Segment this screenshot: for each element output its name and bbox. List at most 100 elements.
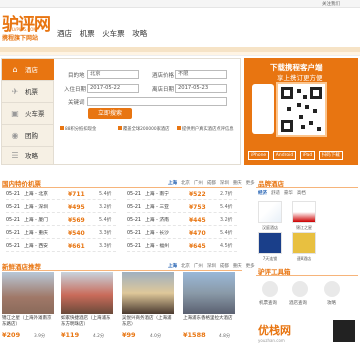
brand-logo[interactable] <box>292 201 316 223</box>
brand-tab[interactable]: 经济 <box>258 191 267 196</box>
top-bar: 关注我们 <box>0 0 360 8</box>
promo-points-text: 88积分抵扣现金 <box>65 127 97 132</box>
flight-price: ¥753 <box>189 204 206 211</box>
tab-hotel[interactable]: ⌂ 酒店 <box>2 59 54 81</box>
flight-row[interactable]: 05-21 上海 - 济南 ¥445 3.2折 <box>127 216 237 226</box>
flight-city-tab[interactable]: 重庆 <box>233 181 242 186</box>
flight-route: 上海 - 厦门 <box>24 218 48 223</box>
flight-date: 05-21 <box>6 192 20 197</box>
flight-city-tabs: 上海 北京 广州 成都 深圳 重庆 更多 <box>168 180 257 186</box>
flight-price: ¥522 <box>189 191 206 198</box>
hotel-price: ¥99 <box>122 331 136 339</box>
flight-price: ¥661 <box>68 243 85 250</box>
tab-train[interactable]: ▣ 火车票 <box>2 103 54 125</box>
search-button[interactable]: 立即搜索 <box>88 108 132 119</box>
nav-guide[interactable]: 攻略 <box>132 29 147 38</box>
nav-flight[interactable]: 机票 <box>80 29 95 38</box>
follow-us-link[interactable]: 关注我们 <box>322 1 340 7</box>
hotel-city-tab[interactable]: 广州 <box>194 264 203 269</box>
youzhan-logo[interactable]: 优栈网 <box>258 322 291 338</box>
flight-row[interactable]: 05-21 上海 - 长沙 ¥470 5.4折 <box>127 229 237 239</box>
nav-subbar <box>0 52 360 56</box>
brand-logo[interactable] <box>258 232 282 254</box>
logo-url: LVPING.COM <box>12 27 37 32</box>
qr-code-icon <box>276 82 327 137</box>
brand-tab[interactable]: 舒适 <box>271 191 280 196</box>
flight-row[interactable]: 05-21 上海 - 福州 ¥645 4.5折 <box>127 242 237 252</box>
checkin-input[interactable]: 2017-05-22 <box>87 84 139 93</box>
ipad-button[interactable]: iPad <box>299 151 316 160</box>
flight-more-link[interactable]: 更多 <box>246 181 255 186</box>
hotel-more-link[interactable]: 更多 <box>246 264 255 269</box>
tab-flight[interactable]: ✈ 机票 <box>2 81 54 103</box>
hotel-photo[interactable] <box>61 272 113 314</box>
tab-train-label: 火车票 <box>25 110 45 118</box>
flight-date: 05-21 <box>6 218 20 223</box>
hotel-city-tab[interactable]: 北京 <box>181 264 190 269</box>
plane-tool-icon[interactable] <box>262 281 278 297</box>
flight-row[interactable]: 05-21 上海 - 北京 ¥711 5.4折 <box>6 190 116 200</box>
flight-discount: 2.7折 <box>220 192 233 197</box>
checkout-input[interactable]: 2017-05-23 <box>175 84 227 93</box>
nav-train[interactable]: 火车票 <box>102 29 125 38</box>
guide-tool-icon[interactable] <box>324 281 340 297</box>
guide-icon: ☰ <box>11 151 19 160</box>
tab-guide[interactable]: ☰ 攻略 <box>2 147 54 165</box>
flight-city-tab[interactable]: 北京 <box>181 181 190 186</box>
scan-download-button[interactable]: 扫码下载 <box>318 151 343 160</box>
price-select[interactable]: 不限 <box>175 70 227 79</box>
app-download-subtitle: 享上携订更方便 <box>277 74 323 82</box>
flight-row[interactable]: 05-21 上海 - 厦门 ¥569 5.4折 <box>6 216 116 226</box>
hotel-name[interactable]: 吴悦兴商务酒店（上海浦东店） <box>122 316 174 328</box>
flight-row[interactable]: 05-21 上海 - 南宁 ¥522 2.7折 <box>127 190 237 200</box>
nav-hotel[interactable]: 酒店 <box>57 29 72 38</box>
hotel-name[interactable]: 如家快捷酒店（上海浦东东方明珠店） <box>61 316 113 328</box>
hotel-photo[interactable] <box>183 272 235 314</box>
brand-tab[interactable]: 豪华 <box>284 191 293 196</box>
iphone-button[interactable]: iPhone <box>248 151 270 160</box>
flight-row[interactable]: 05-21 上海 - 深圳 ¥495 3.2折 <box>6 203 116 213</box>
promo-points: 88积分抵扣现金 <box>60 126 96 132</box>
brand-name: 汉庭酒店 <box>262 225 278 230</box>
flight-city-tab[interactable]: 上海 <box>168 181 177 186</box>
hotel-tool-icon[interactable] <box>292 281 308 297</box>
flight-city-tab[interactable]: 深圳 <box>220 181 229 186</box>
hotel-name[interactable]: 锦江之星（上海外滩南京东路店） <box>2 316 54 328</box>
flight-route: 上海 - 北京 <box>24 192 48 197</box>
android-button[interactable]: Android <box>272 151 297 160</box>
promo-coverage: 覆盖全球200000家酒店 <box>118 126 169 132</box>
flight-route: 上海 - 重庆 <box>24 231 48 236</box>
hotel-score: 4.8分 <box>219 334 231 339</box>
flight-city-tab[interactable]: 广州 <box>194 181 203 186</box>
brand-logo[interactable] <box>292 232 316 254</box>
flight-route: 上海 - 长沙 <box>145 231 169 236</box>
hotel-name[interactable]: 上海浦东香格里拉大酒店 <box>183 316 235 322</box>
flight-row[interactable]: 05-21 上海 - 西安 ¥661 3.3折 <box>6 242 116 252</box>
hotel-city-tab[interactable]: 成都 <box>220 264 229 269</box>
hotel-photo[interactable] <box>122 272 174 314</box>
checkout-label: 离店日期 <box>152 87 175 93</box>
flight-row[interactable]: 05-21 上海 - 重庆 ¥540 3.3折 <box>6 229 116 239</box>
tool-label: 机票查询 <box>259 301 277 306</box>
flight-row[interactable]: 05-21 上海 - 三亚 ¥753 5.4折 <box>127 203 237 213</box>
hotel-photo[interactable] <box>2 272 54 314</box>
brand-logo[interactable] <box>258 201 282 223</box>
brand-name: 速8酒店 <box>296 256 312 261</box>
hotel-city-tab[interactable]: 重庆 <box>233 264 242 269</box>
hotel-score: 4.0分 <box>150 334 162 339</box>
flight-date: 05-21 <box>127 231 141 236</box>
logo-slogan: 携程旗下网站 <box>2 35 39 42</box>
flight-route: 上海 - 深圳 <box>24 205 48 210</box>
keyword-input[interactable] <box>87 97 227 106</box>
hotel-price: ¥119 <box>61 331 80 339</box>
tab-groupbuy[interactable]: ◉ 团购 <box>2 125 54 147</box>
city-input[interactable]: 北京 <box>87 70 139 79</box>
brand-tab[interactable]: 高档 <box>297 191 306 196</box>
hotel-city-tab[interactable]: 深圳 <box>207 264 216 269</box>
flight-city-tab[interactable]: 成都 <box>207 181 216 186</box>
app-platform-buttons: iPhone Android iPad 扫码下载 <box>248 151 345 160</box>
hotel-score: 4.2分 <box>93 334 105 339</box>
flight-route: 上海 - 三亚 <box>145 205 169 210</box>
hotel-city-tab[interactable]: 上海 <box>168 264 177 269</box>
flight-discount: 3.2折 <box>99 205 112 210</box>
